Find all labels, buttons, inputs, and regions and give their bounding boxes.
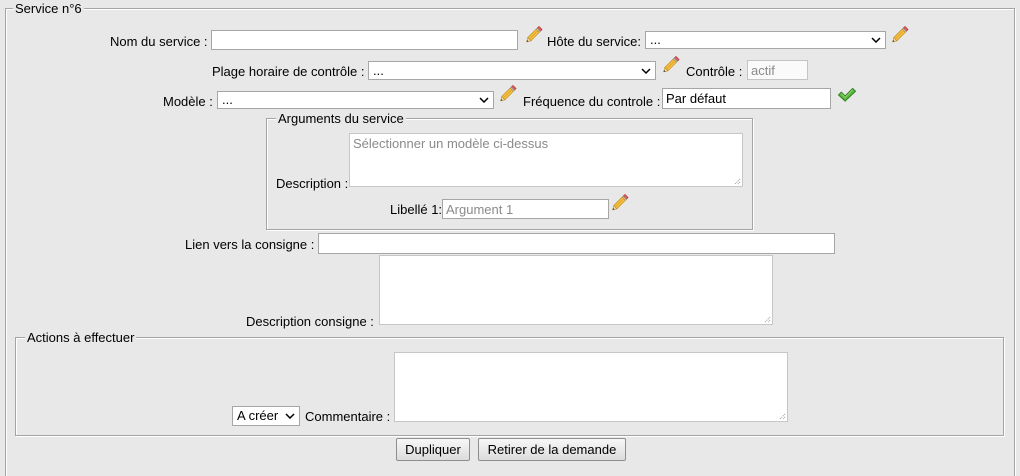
template-selected: ... xyxy=(222,92,233,107)
actions-legend: Actions à effectuer xyxy=(25,330,137,345)
instruction-description-textarea[interactable] xyxy=(379,255,773,325)
instruction-link-input[interactable] xyxy=(318,233,835,254)
duplicate-button[interactable]: Dupliquer xyxy=(396,438,470,461)
chevron-down-icon xyxy=(871,37,881,43)
pencil-icon[interactable] xyxy=(663,55,680,73)
control-label: Contrôle : xyxy=(686,64,743,79)
pencil-icon[interactable] xyxy=(500,84,517,102)
chevron-down-icon xyxy=(641,68,651,74)
arguments-description-label: Description : xyxy=(276,176,349,191)
resize-grip-icon[interactable] xyxy=(763,315,771,323)
service-host-label: Hôte du service: xyxy=(547,34,641,49)
service-name-input[interactable] xyxy=(211,30,518,50)
instruction-link-label: Lien vers la consigne : xyxy=(185,237,315,252)
pencil-icon[interactable] xyxy=(526,25,543,43)
arguments-description-textarea[interactable] xyxy=(349,133,743,187)
service-host-selected: ... xyxy=(650,32,661,47)
action-state-select[interactable]: A créer xyxy=(232,406,300,426)
pencil-icon[interactable] xyxy=(612,193,629,211)
chevron-down-icon xyxy=(479,97,489,103)
service-arguments-legend: Arguments du service xyxy=(276,111,406,126)
check-period-select[interactable]: ... xyxy=(368,61,656,80)
pencil-icon[interactable] xyxy=(892,25,909,43)
check-period-label: Plage horaire de contrôle : xyxy=(212,64,365,79)
service-name-label: Nom du service : xyxy=(110,34,208,49)
checkmark-icon[interactable] xyxy=(836,86,858,103)
argument-1-label: Libellé 1: xyxy=(390,202,443,217)
control-status-field xyxy=(747,60,808,80)
template-select[interactable]: ... xyxy=(217,91,494,109)
template-label: Modèle : xyxy=(163,94,213,109)
check-period-selected: ... xyxy=(373,63,384,78)
resize-grip-icon[interactable] xyxy=(778,412,786,420)
service-host-select[interactable]: ... xyxy=(645,31,886,49)
remove-from-request-button[interactable]: Retirer de la demande xyxy=(478,438,626,461)
service-form: { "service": { "legend": "Service n°6", … xyxy=(0,0,1020,476)
check-frequency-label: Fréquence du controle : xyxy=(523,94,661,109)
check-frequency-input[interactable] xyxy=(662,88,831,109)
comment-label: Commentaire : xyxy=(305,409,391,424)
argument-1-input[interactable] xyxy=(442,199,609,219)
service-legend: Service n°6 xyxy=(13,1,84,16)
comment-textarea[interactable] xyxy=(394,352,788,422)
action-state-selected: A créer xyxy=(237,408,279,423)
instruction-description-label: Description consigne : xyxy=(246,314,374,329)
chevron-down-icon xyxy=(285,413,295,419)
resize-grip-icon[interactable] xyxy=(733,177,741,185)
